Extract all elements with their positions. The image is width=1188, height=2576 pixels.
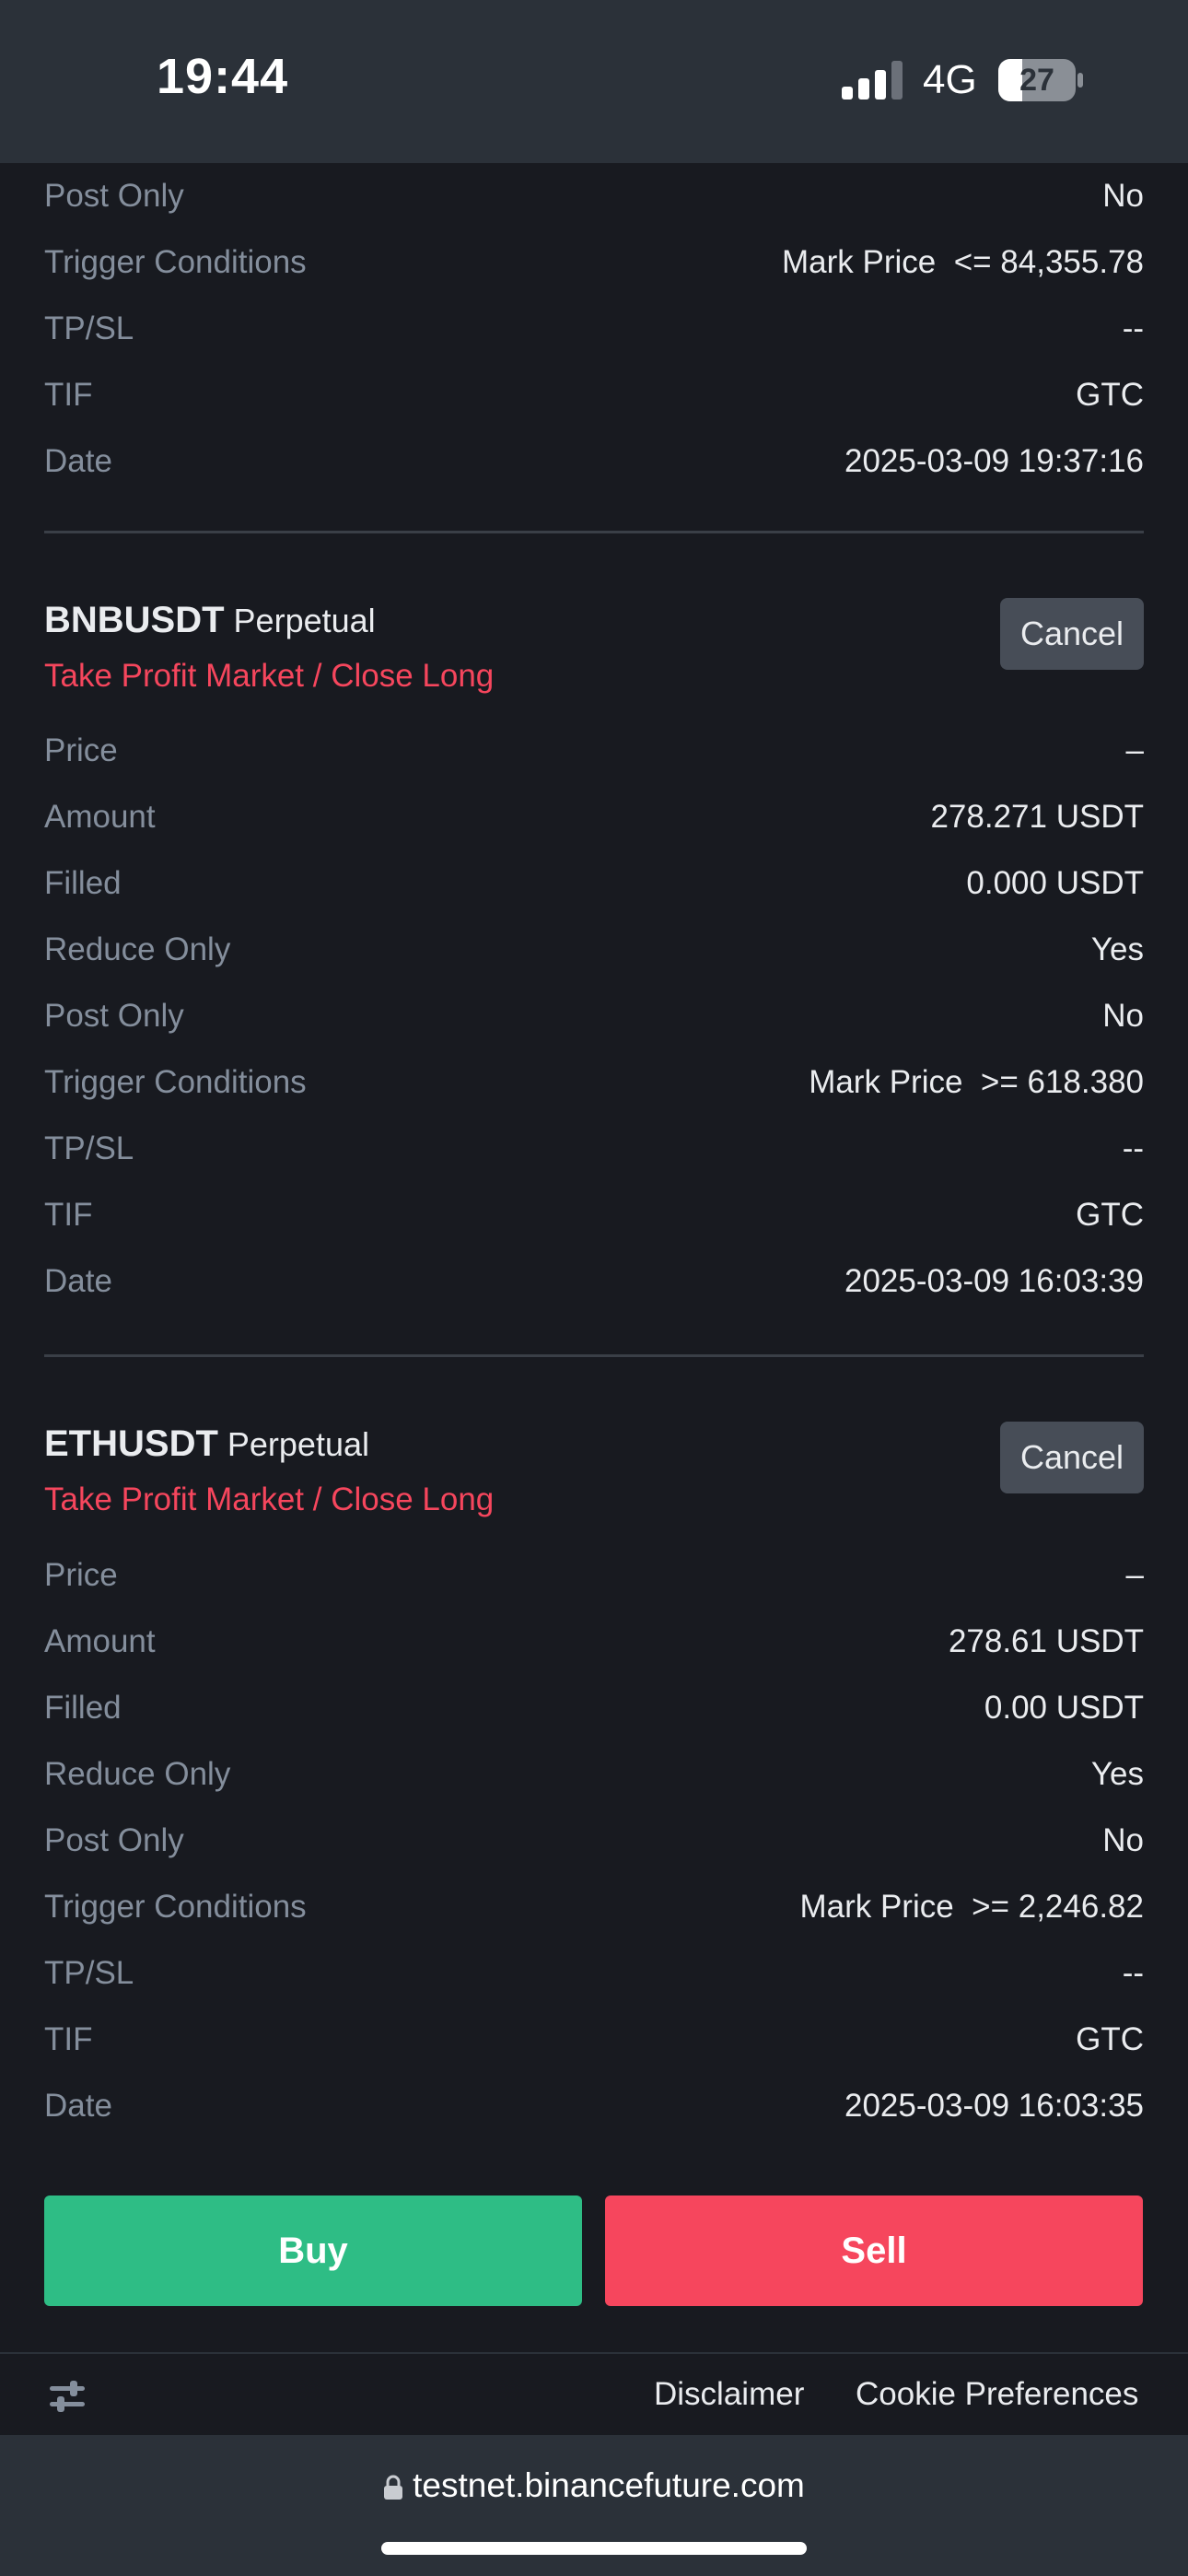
page-footer: Disclaimer Cookie Preferences — [0, 2352, 1188, 2437]
row-value: -- — [1122, 310, 1144, 346]
row-value: Yes — [1090, 1756, 1144, 1792]
detail-row: Post Only No — [44, 163, 1144, 229]
row-value: 278.61 USDT — [948, 1623, 1144, 1659]
cancel-button[interactable]: Cancel — [1000, 598, 1144, 670]
detail-row: Date 2025-03-09 16:03:39 — [44, 1248, 1144, 1315]
row-value: 0.000 USDT — [966, 865, 1144, 901]
row-value: – — [1125, 1557, 1144, 1593]
row-value: Mark Price <= 84,355.78 — [782, 244, 1144, 280]
disclaimer-link[interactable]: Disclaimer — [654, 2376, 804, 2413]
order-divider — [44, 1354, 1144, 1357]
detail-row: Price – — [44, 1542, 1144, 1609]
cookie-preferences-link[interactable]: Cookie Preferences — [856, 2376, 1138, 2413]
row-value: 2025-03-09 16:03:39 — [844, 1263, 1144, 1299]
row-value: Yes — [1090, 931, 1144, 967]
row-label: Trigger Conditions — [44, 1889, 307, 1925]
row-value: 0.00 USDT — [984, 1690, 1144, 1726]
detail-row: Date 2025-03-09 16:03:35 — [44, 2073, 1144, 2139]
detail-row: Date 2025-03-09 19:37:16 — [44, 428, 1144, 495]
detail-row: Amount 278.61 USDT — [44, 1609, 1144, 1675]
battery-level: 27 — [1019, 63, 1054, 98]
row-label: Price — [44, 732, 118, 768]
detail-row: TP/SL -- — [44, 296, 1144, 362]
row-label: Price — [44, 1557, 118, 1593]
row-label: TIF — [44, 2021, 93, 2057]
row-label: Filled — [44, 1690, 122, 1726]
row-label: TIF — [44, 1197, 93, 1233]
order-divider — [44, 531, 1144, 533]
detail-row: Reduce Only Yes — [44, 1741, 1144, 1808]
detail-row: Price – — [44, 718, 1144, 784]
detail-row: Trigger Conditions Mark Price >= 2,246.8… — [44, 1874, 1144, 1940]
row-label: Post Only — [44, 998, 184, 1034]
detail-row: TP/SL -- — [44, 1940, 1144, 2007]
row-label: Date — [44, 2088, 112, 2124]
battery-icon: 27 — [998, 59, 1083, 101]
order-symbol[interactable]: BNBUSDT — [44, 600, 225, 640]
row-label: Trigger Conditions — [44, 244, 307, 280]
order-symbol[interactable]: ETHUSDT — [44, 1423, 218, 1464]
detail-row: Reduce Only Yes — [44, 917, 1144, 983]
status-time: 19:44 — [157, 49, 289, 104]
detail-row: Filled 0.000 USDT — [44, 850, 1144, 917]
row-value: Mark Price >= 2,246.82 — [799, 1889, 1144, 1925]
row-label: Filled — [44, 865, 122, 901]
row-value: GTC — [1076, 377, 1144, 413]
detail-row: Amount 278.271 USDT — [44, 784, 1144, 850]
detail-row: Trigger Conditions Mark Price >= 618.380 — [44, 1049, 1144, 1116]
network-type: 4G — [923, 57, 977, 102]
url-display[interactable]: testnet.binancefuture.com — [0, 2466, 1188, 2505]
lock-icon — [384, 2475, 403, 2500]
row-label: Amount — [44, 799, 156, 835]
order-type: Take Profit Market / Close Long — [44, 1481, 495, 1517]
row-label: TP/SL — [44, 1955, 134, 1991]
row-value: No — [1102, 178, 1144, 214]
detail-row: Trigger Conditions Mark Price <= 84,355.… — [44, 229, 1144, 296]
status-bar: 19:44 4G 27 — [0, 0, 1188, 163]
row-label: Post Only — [44, 1822, 184, 1858]
detail-row: TIF GTC — [44, 1182, 1144, 1248]
row-label: TP/SL — [44, 1130, 134, 1166]
row-value: 2025-03-09 16:03:35 — [844, 2088, 1144, 2124]
row-value: No — [1102, 998, 1144, 1034]
detail-row: TIF GTC — [44, 362, 1144, 428]
row-label: Date — [44, 1263, 112, 1299]
row-value: GTC — [1076, 1197, 1144, 1233]
home-indicator[interactable] — [381, 2542, 807, 2555]
row-value: 278.271 USDT — [930, 799, 1144, 835]
cancel-button[interactable]: Cancel — [1000, 1422, 1144, 1493]
row-label: Reduce Only — [44, 1756, 231, 1792]
detail-row: Post Only No — [44, 983, 1144, 1049]
row-label: TP/SL — [44, 310, 134, 346]
row-label: Amount — [44, 1623, 156, 1659]
row-value: 2025-03-09 19:37:16 — [844, 443, 1144, 479]
cellular-signal-icon — [842, 61, 903, 100]
contract-type: Perpetual — [233, 602, 376, 639]
order-header: ETHUSDT Perpetual Take Profit Market / Cl… — [44, 1422, 1144, 1525]
row-label: TIF — [44, 377, 93, 413]
detail-row: Filled 0.00 USDT — [44, 1675, 1144, 1741]
sell-button[interactable]: Sell — [605, 2195, 1143, 2306]
row-value: Mark Price >= 618.380 — [809, 1064, 1144, 1100]
row-value: -- — [1122, 1130, 1144, 1166]
detail-row: TP/SL -- — [44, 1116, 1144, 1182]
order-header: BNBUSDT Perpetual Take Profit Market / Cl… — [44, 598, 1144, 701]
detail-row: TIF GTC — [44, 2007, 1144, 2073]
buy-button[interactable]: Buy — [44, 2195, 582, 2306]
row-label: Post Only — [44, 178, 184, 214]
row-value: -- — [1122, 1955, 1144, 1991]
browser-address-bar[interactable]: testnet.binancefuture.com — [0, 2435, 1188, 2576]
contract-type: Perpetual — [227, 1425, 369, 1463]
row-label: Date — [44, 443, 112, 479]
detail-row: Post Only No — [44, 1808, 1144, 1874]
row-label: Trigger Conditions — [44, 1064, 307, 1100]
sliders-icon[interactable] — [48, 2378, 87, 2415]
url-text: testnet.binancefuture.com — [413, 2466, 805, 2504]
row-value: – — [1125, 732, 1144, 768]
row-value: GTC — [1076, 2021, 1144, 2057]
order-type: Take Profit Market / Close Long — [44, 658, 495, 694]
row-label: Reduce Only — [44, 931, 231, 967]
row-value: No — [1102, 1822, 1144, 1858]
